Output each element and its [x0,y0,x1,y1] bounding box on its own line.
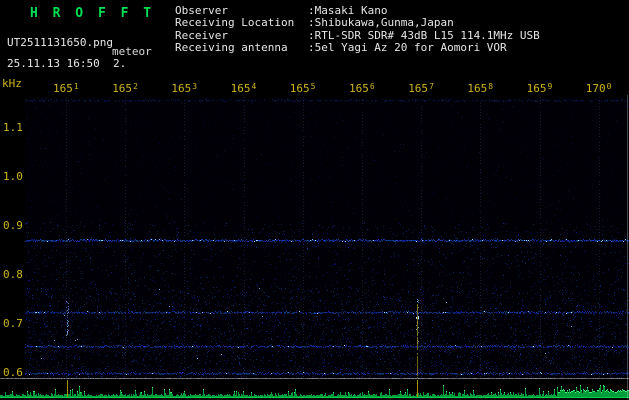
freq-tick-label: 1.1 [3,121,23,134]
time-tick-label: 1655 [289,82,316,95]
time-tick-label: 1652 [112,82,138,95]
freq-tick-label: 0.8 [3,268,23,281]
datetime-label: 25.11.13 16:50 2. [7,57,127,70]
level-plot-canvas [0,378,629,400]
hrofft-window: H R O F F T UT2511131650.png meteor 25.1… [0,0,629,400]
time-tick-label: 1653 [171,82,198,95]
freq-tick-label: 0.6 [3,366,23,379]
time-tick-label: 1658 [467,82,494,95]
time-tick-label: 1659 [526,82,553,95]
app-title: H R O F F T [30,6,155,21]
freq-unit-label: kHz [2,77,22,90]
freq-tick-label: 1.0 [3,170,23,183]
info-label: Receiving Location [175,16,295,30]
station-info: Observer:Masaki Kano Receiving Location:S… [175,4,540,55]
freq-tick-label: 0.9 [3,219,23,232]
info-value: :5el Yagi Az 20 for Aomori VOR [308,41,507,55]
time-tick-label: 1654 [230,82,257,95]
output-filename: UT2511131650.png [7,36,113,49]
info-value: :RTL-SDR SDR# 43dB L15 114.1MHz USB [308,28,540,42]
spectrogram-canvas [25,97,629,378]
info-value: :Masaki Kano [308,4,388,17]
freq-tick-label: 0.7 [3,317,23,330]
right-edge-line [627,95,628,399]
info-label: Receiving antenna [175,41,288,55]
time-tick-label: 1700 [585,82,612,95]
time-tick-label: 1656 [349,82,375,95]
info-value: :Shibukawa,Gunma,Japan [308,16,454,30]
time-tick-label: 1657 [408,82,434,95]
station-info-row: Receiving antenna :5el Yagi Az 20 for Aom… [175,41,540,55]
time-tick-label: 1651 [53,82,79,95]
